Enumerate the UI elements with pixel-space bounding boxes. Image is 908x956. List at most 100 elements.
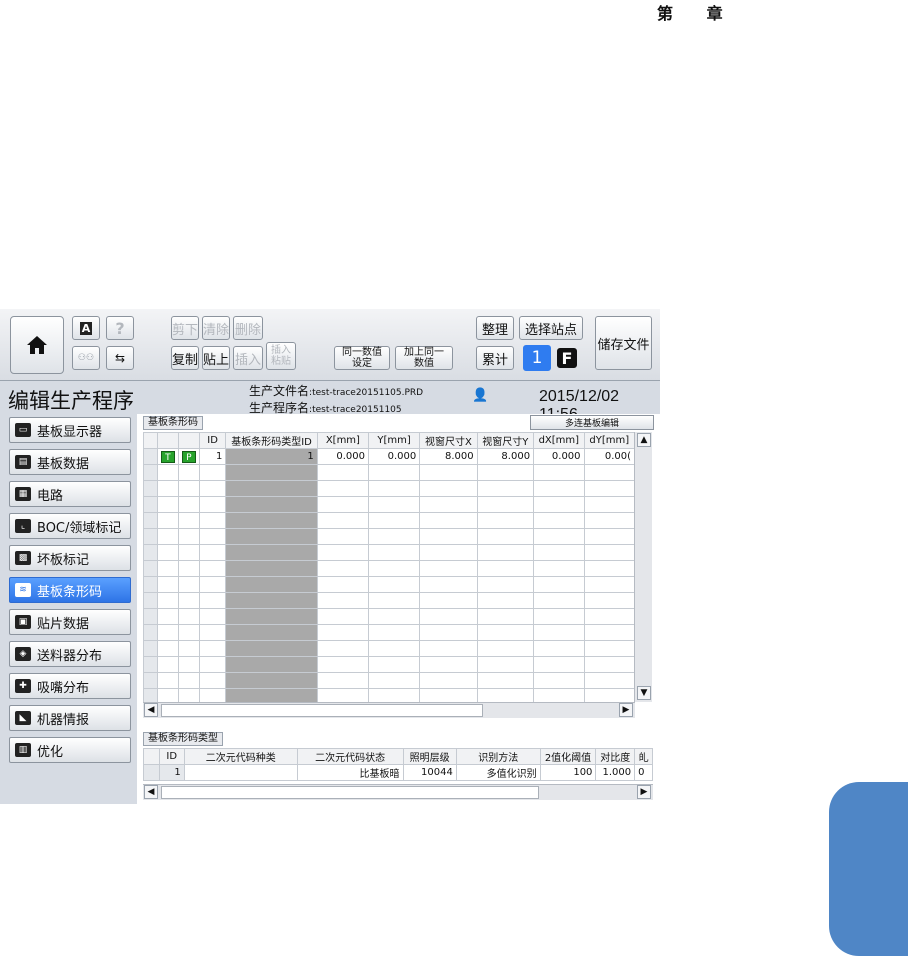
table-row[interactable] [143,528,636,545]
column-header[interactable]: dX[mm] [533,432,585,449]
sidebar-item-label: 基板数据 [37,456,90,472]
table-row[interactable]: 1 比基板暗 10044 多值化识别 100 1.000 0 [143,764,653,781]
cell-contrast[interactable]: 1.000 [595,764,636,781]
type-horizontal-scrollbar[interactable]: ◀ ▶ [143,784,653,800]
t-badge[interactable]: T [160,450,175,463]
cell-code-state[interactable]: 比基板暗 [296,764,404,781]
user-group-button[interactable]: ⚇⚇ [72,346,100,370]
cell-light-level[interactable]: 10044 [402,764,457,781]
home-button[interactable] [10,316,64,374]
question-icon: ? [115,318,125,338]
copy-button[interactable]: 复制 [171,346,199,370]
cell-method[interactable]: 多值化识别 [455,764,541,781]
column-header[interactable]: 照明层级 [402,748,457,765]
insert-paste-button[interactable]: 插入 粘贴 [266,342,296,370]
column-header[interactable]: 对比度 [595,748,636,765]
arrange-button[interactable]: 整理 [476,316,514,340]
column-header[interactable]: X[mm] [316,432,370,449]
f-button[interactable]: F [557,348,577,368]
sidebar-item-board-monitor[interactable]: ▭ 基板显示器 [9,417,131,443]
scroll-left-icon[interactable]: ◀ [144,785,158,799]
table-row[interactable] [143,464,636,481]
table-row[interactable] [143,608,636,625]
column-header[interactable]: 基板条形码类型ID [225,432,318,449]
paste-button[interactable]: 贴上 [202,346,230,370]
table-row[interactable] [143,624,636,641]
scroll-thumb[interactable] [161,786,539,799]
column-header[interactable]: 二次元代码状态 [296,748,404,765]
column-header[interactable]: dY[mm] [583,432,636,449]
accumulate-button[interactable]: 累计 [476,346,514,370]
station-number-button[interactable]: 1 [523,345,551,371]
cell-id[interactable]: 1 [198,448,227,465]
add-same-value-button[interactable]: 加上同一 数值 [395,346,453,370]
table-row[interactable] [143,560,636,577]
table-row[interactable] [143,496,636,513]
table-row[interactable] [143,576,636,593]
column-header[interactable]: ID [158,748,185,765]
sidebar-item-board-data[interactable]: ▤ 基板数据 [9,449,131,475]
scroll-up-icon[interactable]: ▲ [637,433,651,447]
scroll-thumb[interactable] [161,704,483,717]
select-station-button[interactable]: 选择站点 [519,316,583,340]
column-header[interactable]: 识别方法 [455,748,541,765]
scroll-left-icon[interactable]: ◀ [144,703,158,717]
sidebar-item-bad-board[interactable]: ▩ 坏板标记 [9,545,131,571]
cell-type-id[interactable]: 1 [225,448,318,465]
multi-board-edit-button[interactable]: 多连基板编辑 [530,415,654,430]
save-file-button[interactable]: 储存文件 [595,316,652,370]
vertical-scrollbar[interactable]: ▲ ▼ [634,432,652,702]
cell-window-y[interactable]: 8.000 [476,448,535,465]
column-header[interactable]: 视窗尺寸X [419,432,478,449]
cell-extra[interactable]: 0 [634,764,653,781]
cell-dy[interactable]: 0.00( [583,448,636,465]
horizontal-scrollbar[interactable]: ◀ ▶ [143,702,635,718]
sidebar-item-label: 送料器分布 [37,648,103,664]
cell-threshold[interactable]: 100 [539,764,597,781]
cell-y[interactable]: 0.000 [368,448,421,465]
nozzle-icon: ✚ [15,679,31,693]
help-button[interactable]: ? [106,316,134,340]
cut-button[interactable]: 剪下 [171,316,199,340]
table-row[interactable] [143,672,636,689]
network-button[interactable]: ⇆ [106,346,134,370]
cell-x[interactable]: 0.000 [316,448,370,465]
app-screen: A ? ⚇⚇ ⇆ 剪下 清除 删除 复制 贴上 插入 插入 粘贴 同一数值 设定… [0,309,660,804]
column-header[interactable]: 癿 [634,748,653,765]
p-badge[interactable]: P [181,450,196,463]
same-value-set-button[interactable]: 同一数值 设定 [334,346,390,370]
scroll-right-icon[interactable]: ▶ [619,703,633,717]
column-header[interactable]: 2值化阈值 [539,748,597,765]
column-header[interactable]: 视窗尺寸Y [476,432,535,449]
column-header[interactable]: 二次元代码种类 [183,748,298,765]
sidebar-item-boc-mark[interactable]: ⌞ BOC/领域标记 [9,513,131,539]
scroll-down-icon[interactable]: ▼ [637,686,651,700]
table-row[interactable] [143,592,636,609]
table-row[interactable] [143,640,636,657]
column-header[interactable]: Y[mm] [368,432,421,449]
optimize-icon: ▥ [15,743,31,757]
cell-window-x[interactable]: 8.000 [419,448,478,465]
table-row[interactable]: T P 1 1 0.000 0.000 8.000 8.000 0.000 0.… [143,448,636,465]
barcode-type-table: ID 二次元代码种类 二次元代码状态 照明层级 识别方法 2值化阈值 对比度 癿… [143,748,653,781]
scroll-right-icon[interactable]: ▶ [637,785,651,799]
delete-button[interactable]: 删除 [233,316,263,340]
sidebar-item-optimize[interactable]: ▥ 优化 [9,737,131,763]
auto-mode-button[interactable]: A [72,316,100,340]
sidebar-item-machine-info[interactable]: ◣ 机器情报 [9,705,131,731]
clear-button[interactable]: 清除 [202,316,230,340]
table-row[interactable] [143,656,636,673]
sidebar-item-barcode[interactable]: ≋ 基板条形码 [9,577,131,603]
table-row[interactable] [143,480,636,497]
table-row[interactable] [143,544,636,561]
sidebar-item-circuit[interactable]: ▦ 电路 [9,481,131,507]
sidebar-item-placement[interactable]: ▣ 贴片数据 [9,609,131,635]
cell-dx[interactable]: 0.000 [533,448,585,465]
sidebar-item-feeder[interactable]: ◈ 送料器分布 [9,641,131,667]
cell-code-kind[interactable] [183,764,298,781]
sidebar-item-nozzle[interactable]: ✚ 吸嘴分布 [9,673,131,699]
cell-id[interactable]: 1 [158,764,185,781]
insert-button[interactable]: 插入 [233,346,263,370]
table-row[interactable] [143,512,636,529]
column-header[interactable]: ID [198,432,227,449]
